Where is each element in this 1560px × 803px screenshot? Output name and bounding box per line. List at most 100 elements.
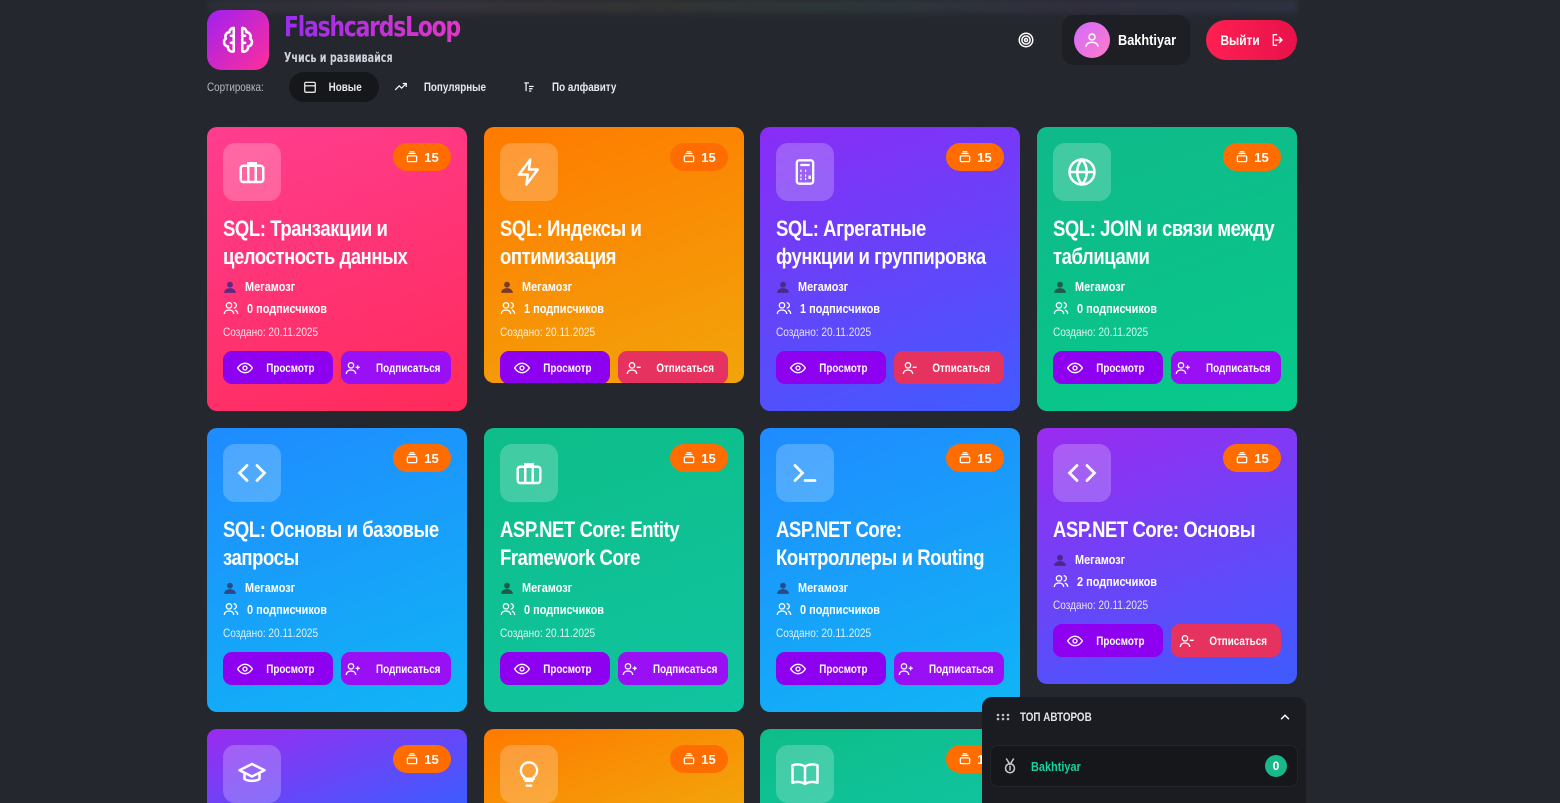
cards-stack-icon: [959, 452, 971, 464]
card-count-badge: 15: [946, 143, 1004, 171]
card-title[interactable]: SQL: Транзакции и целостность данных: [223, 215, 450, 271]
card-author: Мегамозг: [500, 279, 728, 294]
chevron-up-icon[interactable]: [1278, 710, 1292, 724]
eye-icon: [236, 663, 253, 674]
users-icon: [500, 302, 516, 315]
deck-card[interactable]: 15: [484, 729, 744, 803]
deck-card[interactable]: 15 SQL: Индексы и оптимизация Мегамозг 1…: [484, 127, 744, 383]
card-count-badge: 15: [1223, 143, 1281, 171]
top-authors-panel: ТОП АВТОРОВ Bakhtiyar 0: [982, 697, 1306, 803]
card-title[interactable]: SQL: Агрегатные функции и группировка: [776, 215, 1003, 271]
subscribe-button[interactable]: Подписаться: [341, 351, 451, 384]
user-minus-icon: [1179, 634, 1194, 647]
lightbulb-icon: [500, 745, 558, 803]
view-button[interactable]: Просмотр: [776, 652, 886, 685]
unsubscribe-button[interactable]: Отписаться: [618, 351, 728, 383]
eye-icon: [513, 663, 530, 674]
card-title[interactable]: SQL: JOIN и связи между таблицами: [1053, 215, 1280, 271]
view-button[interactable]: Просмотр: [500, 652, 610, 685]
unsubscribe-button[interactable]: Отписаться: [894, 351, 1004, 384]
user-plus-icon: [622, 662, 637, 675]
subscribe-button[interactable]: Подписаться: [341, 652, 451, 685]
view-button[interactable]: Просмотр: [1053, 624, 1163, 657]
globe-icon: [1053, 143, 1111, 201]
deck-card[interactable]: 15 ASP.NET Core: Основы Мегамозг 2 подпи…: [1037, 428, 1297, 684]
card-title[interactable]: SQL: Основы и базовые запросы: [223, 516, 450, 572]
card-title[interactable]: ASP.NET Core: Контроллеры и Routing: [776, 516, 1003, 572]
user-profile-button[interactable]: Bakhtiyar: [1062, 15, 1190, 65]
deck-card[interactable]: 15: [760, 729, 1020, 803]
users-icon: [223, 302, 239, 315]
card-created: Создано: 20.11.2025: [223, 325, 319, 339]
card-subscribers: 1 подписчиков: [776, 300, 1004, 316]
view-button[interactable]: Просмотр: [776, 351, 886, 384]
card-subscribers: 2 подписчиков: [1053, 573, 1281, 589]
logout-label: Выйти: [1220, 32, 1261, 48]
cards-stack-icon: [1236, 151, 1248, 163]
top-authors-title: ТОП АВТОРОВ: [1020, 710, 1092, 724]
card-created: Создано: 20.11.2025: [1053, 325, 1149, 339]
users-icon: [1053, 302, 1069, 315]
user-plus-icon: [898, 662, 913, 675]
deck-card[interactable]: 15 ASP.NET Core: Entity Framework Core М…: [484, 428, 744, 712]
card-author: Мегамозг: [1053, 279, 1281, 294]
view-button[interactable]: Просмотр: [1053, 351, 1163, 384]
brand-title[interactable]: FlashcardsLoop: [284, 10, 461, 43]
subscribe-button[interactable]: Подписаться: [618, 652, 728, 685]
card-title[interactable]: ASP.NET Core: Основы: [1053, 516, 1280, 544]
card-author: Мегамозг: [776, 580, 1004, 595]
cards-stack-icon: [959, 753, 971, 765]
card-created: Создано: 20.11.2025: [1053, 598, 1149, 612]
card-count-badge: 15: [1223, 444, 1281, 472]
users-icon: [500, 603, 516, 616]
avatar: [1074, 22, 1110, 58]
card-created: Создано: 20.11.2025: [500, 325, 596, 339]
logout-button[interactable]: Выйти: [1206, 20, 1297, 60]
author-icon: [224, 582, 236, 594]
deck-card[interactable]: 15 SQL: Основы и базовые запросы Мегамоз…: [207, 428, 467, 712]
drag-handle-icon[interactable]: [996, 712, 1010, 722]
cards-stack-icon: [683, 151, 695, 163]
subscribe-button[interactable]: Подписаться: [1171, 351, 1281, 384]
deck-card[interactable]: 15 SQL: Агрегатные функции и группировка…: [760, 127, 1020, 411]
card-title[interactable]: SQL: Индексы и оптимизация: [500, 215, 727, 271]
card-subscribers: 0 подписчиков: [1053, 300, 1281, 316]
card-count-badge: 15: [393, 444, 451, 472]
target-icon[interactable]: [1014, 28, 1038, 52]
sort-option-new[interactable]: Новые: [289, 72, 380, 102]
app-header: FlashcardsLoop Учись и развивайся Bakhti…: [0, 0, 1560, 78]
user-plus-icon: [345, 361, 360, 374]
sort-option-alphabet[interactable]: По алфавиту: [507, 72, 637, 102]
card-author: Мегамозг: [223, 279, 451, 294]
cards-stack-icon: [683, 753, 695, 765]
subscribe-button[interactable]: Подписаться: [894, 652, 1004, 685]
top-author-row[interactable]: Bakhtiyar 0: [990, 745, 1298, 787]
deck-card[interactable]: 15 SQL: JOIN и связи между таблицами Мег…: [1037, 127, 1297, 411]
view-button[interactable]: Просмотр: [223, 652, 333, 685]
trending-icon: [395, 82, 408, 91]
unsubscribe-button[interactable]: Отписаться: [1171, 624, 1281, 657]
deck-card[interactable]: 15 SQL: Транзакции и целостность данных …: [207, 127, 467, 411]
user-name: Bakhtiyar: [1118, 31, 1177, 49]
deck-card[interactable]: 15 ASP.NET Core: Контроллеры и Routing М…: [760, 428, 1020, 712]
view-button[interactable]: Просмотр: [500, 351, 610, 383]
briefcase-icon: [500, 444, 558, 502]
card-subscribers: 0 подписчиков: [223, 300, 451, 316]
book-icon: [776, 745, 834, 803]
card-author: Мегамозг: [776, 279, 1004, 294]
card-created: Создано: 20.11.2025: [776, 626, 872, 640]
user-minus-icon: [902, 361, 917, 374]
eye-icon: [1066, 635, 1083, 646]
card-title[interactable]: ASP.NET Core: Entity Framework Core: [500, 516, 727, 572]
medal-icon: [1004, 758, 1016, 774]
top-authors-header[interactable]: ТОП АВТОРОВ: [982, 697, 1306, 737]
deck-card[interactable]: 15: [207, 729, 467, 803]
cards-stack-icon: [959, 151, 971, 163]
brain-logo-icon[interactable]: [207, 10, 269, 70]
sort-option-popular[interactable]: Популярные: [379, 72, 507, 102]
view-button[interactable]: Просмотр: [223, 351, 333, 384]
sort-bar: Сортировка: Новые Популярные По алфавиту: [207, 72, 638, 102]
card-count-badge: 15: [393, 745, 451, 773]
card-count-badge: 15: [670, 745, 728, 773]
user-minus-icon: [626, 361, 641, 374]
